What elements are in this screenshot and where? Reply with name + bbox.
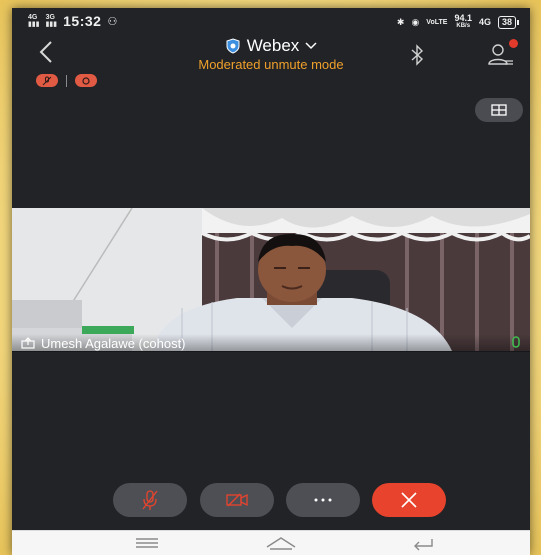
bluetooth-button[interactable] xyxy=(406,44,428,66)
menu-icon xyxy=(136,538,158,548)
home-nav-button[interactable] xyxy=(264,535,298,555)
layout-icon xyxy=(491,104,507,116)
more-icon xyxy=(314,498,332,502)
lte-indicator: VoLTE xyxy=(426,18,448,26)
record-icon xyxy=(82,76,90,85)
back-icon xyxy=(39,41,52,63)
participant-name-bar: Umesh Agalawe (cohost) xyxy=(12,334,530,352)
home-icon xyxy=(266,537,296,550)
alarm-icon: ◉ xyxy=(411,16,420,27)
lte-network: 4G xyxy=(478,17,491,27)
video-frame xyxy=(12,208,530,351)
mic-icon xyxy=(512,336,520,348)
bluetooth-status-icon: ✱ xyxy=(396,16,405,27)
data-speed: 94.1 KB/s xyxy=(454,13,472,30)
network-indicator-1: 4G ▮▮▮ xyxy=(28,14,40,28)
system-navigation-bar xyxy=(12,530,530,555)
chevron-down-icon xyxy=(305,42,317,50)
moderated-mode-label: Moderated unmute mode xyxy=(198,57,344,72)
bluetooth-icon xyxy=(411,44,424,66)
meeting-title[interactable]: Webex Moderated unmute mode xyxy=(162,36,380,72)
menu-nav-button[interactable] xyxy=(134,535,160,555)
notification-dot xyxy=(509,39,518,48)
mute-indicator xyxy=(36,74,58,87)
status-bar: 4G ▮▮▮ 3G ▮▮▮ 15:32 ⚇ ✱ ◉ VoLTE 94.1 KB/… xyxy=(12,8,530,36)
share-icon xyxy=(21,337,35,349)
video-button[interactable] xyxy=(200,483,274,517)
app-title: Webex xyxy=(246,36,300,55)
network-indicator-2: 3G ▮▮▮ xyxy=(45,14,58,28)
meeting-indicators xyxy=(36,74,97,87)
meeting-header: Webex Moderated unmute mode xyxy=(12,36,530,76)
notification-icon: ⚇ xyxy=(107,15,118,28)
layout-button[interactable] xyxy=(475,98,523,122)
muted-mic-icon xyxy=(142,490,158,510)
video-off-icon xyxy=(226,493,248,507)
shield-icon xyxy=(226,38,240,54)
back-button[interactable] xyxy=(38,40,54,68)
participant-name: Umesh Agalawe (cohost) xyxy=(41,335,186,351)
participants-button[interactable] xyxy=(486,39,518,68)
leave-meeting-button[interactable] xyxy=(372,483,446,517)
call-controls xyxy=(12,483,530,519)
participant-video[interactable] xyxy=(12,208,530,351)
more-options-button[interactable] xyxy=(286,483,360,517)
recording-indicator xyxy=(75,74,97,87)
close-icon xyxy=(401,492,417,508)
clock: 15:32 xyxy=(63,13,102,29)
mute-button[interactable] xyxy=(113,483,187,517)
muted-indicator-icon xyxy=(42,76,52,85)
indicator-divider xyxy=(66,74,67,87)
back-nav-button[interactable] xyxy=(410,535,436,555)
battery-indicator: 38 xyxy=(497,15,520,29)
return-icon xyxy=(414,539,433,551)
phone-screen: 4G ▮▮▮ 3G ▮▮▮ 15:32 ⚇ ✱ ◉ VoLTE 94.1 KB/… xyxy=(12,8,530,555)
